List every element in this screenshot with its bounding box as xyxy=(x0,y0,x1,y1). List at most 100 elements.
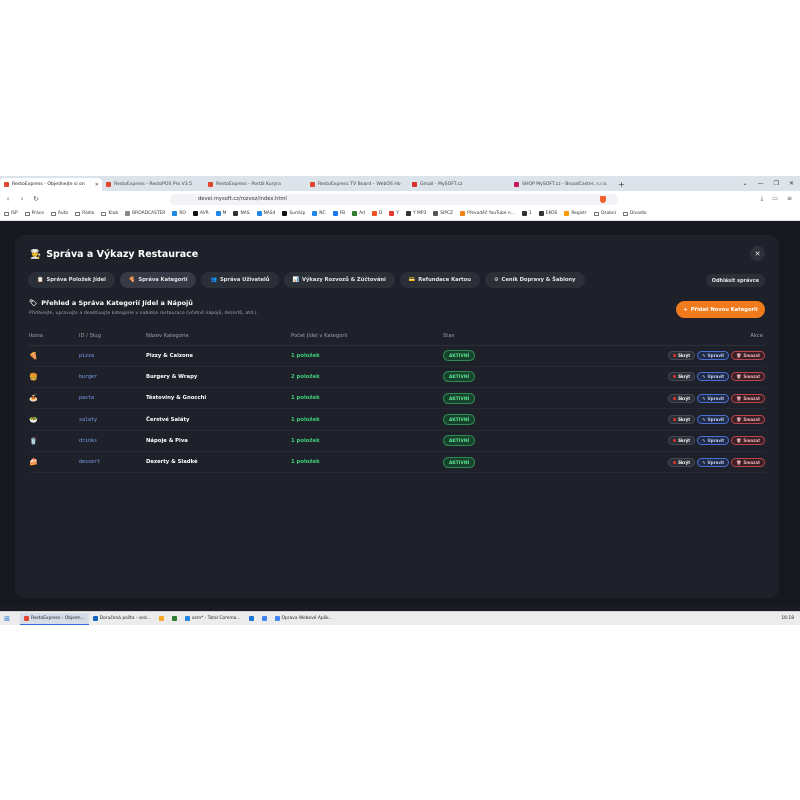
delete-button[interactable]: 🗑 Smazat xyxy=(731,436,765,446)
hide-button[interactable]: Skrýt xyxy=(668,415,696,425)
bookmark-item[interactable]: NAS xyxy=(233,211,250,216)
menu-icon[interactable]: ≡ xyxy=(787,195,792,203)
hide-button[interactable]: Skrýt xyxy=(668,372,696,382)
taskbar-item[interactable] xyxy=(168,613,181,625)
hide-button[interactable]: Skrýt xyxy=(668,393,696,403)
hide-button[interactable]: Skrýt xyxy=(668,457,696,467)
taskbar-item[interactable]: osm* - Total Comma... xyxy=(181,613,245,625)
tab-card-refunds[interactable]: 💳 Refundace Kartou xyxy=(399,272,480,288)
category-name: Dezerty & Sladké xyxy=(146,451,291,474)
delete-button[interactable]: 🗑 Smazat xyxy=(731,457,765,467)
tab-search-icon[interactable]: ⌄ xyxy=(743,180,748,187)
bookmark-item[interactable]: M xyxy=(215,211,226,216)
bookmark-label: 1 xyxy=(528,211,532,216)
bookmark-item[interactable]: NASd xyxy=(256,211,275,216)
edit-button[interactable]: ✎ Upravit xyxy=(697,457,730,467)
status-cell: AKTIVNÍ xyxy=(443,345,543,367)
new-tab-button[interactable]: + xyxy=(612,178,631,191)
tab-reports[interactable]: 📊 Výkazy Rozvozů & Zúčtování xyxy=(283,272,395,288)
edit-button[interactable]: ✎ Upravit xyxy=(697,415,730,425)
edit-button[interactable]: ✎ Upravit xyxy=(697,351,730,361)
table-row: 🍝 pasta Těstoviny & Gnocchi 1 položek AKTIVN… xyxy=(29,387,765,410)
edit-button[interactable]: ✎ Upravit xyxy=(697,393,730,403)
bookmark-item[interactable]: Divadlo xyxy=(622,211,647,216)
url-field[interactable]: devel.mysoft.cz/rozvoz/index.html xyxy=(170,193,618,205)
delete-button[interactable]: 🗑 Smazat xyxy=(731,415,765,425)
tab-categories[interactable]: 🍕 Správa Kategorií xyxy=(119,272,197,288)
category-name: Pizzy & Calzone xyxy=(146,345,291,367)
tab-delivery-pricing[interactable]: ⚙ Ceník Dopravy & Šablony xyxy=(484,272,585,288)
taskbar-item[interactable] xyxy=(245,613,258,625)
bookmark-item[interactable]: Rádio xyxy=(75,211,94,216)
tab-label: RestoExpress TV Board – WebOS Ho xyxy=(318,182,401,187)
tab-close-icon[interactable]: ✕ xyxy=(95,182,99,188)
edit-button[interactable]: ✎ Upravit xyxy=(697,372,730,382)
bookmark-item[interactable]: 1 xyxy=(521,211,532,216)
bookmark-item[interactable]: Y MP3 xyxy=(405,211,426,216)
bookmark-item[interactable]: Ad xyxy=(352,211,365,216)
windows-start-icon[interactable]: ⊞ xyxy=(0,612,14,626)
browser-tab[interactable]: RestoExpress - RestoPOS Pro V3.5 xyxy=(102,178,204,191)
browser-tab[interactable]: RestoExpress TV Board – WebOS Ho xyxy=(306,178,408,191)
bookmark-item[interactable]: BROADCASTER xyxy=(125,211,165,216)
tab-favicon-icon xyxy=(310,182,315,187)
bookmark-item[interactable]: NC xyxy=(312,211,326,216)
close-modal-button[interactable]: ✕ xyxy=(750,246,765,261)
tab-favicon-icon xyxy=(514,182,519,187)
browser-tab[interactable]: RestoExpress - Portál Kurýra xyxy=(204,178,306,191)
bookmark-item[interactable]: FB xyxy=(332,211,345,216)
taskbar-item[interactable]: RestoExpress - Objedn... xyxy=(20,612,89,625)
bookmark-item[interactable]: SIPCZ xyxy=(433,211,453,216)
hide-label: Skrýt xyxy=(678,395,691,401)
status-cell: AKTIVNÍ xyxy=(443,430,543,452)
delete-button[interactable]: 🗑 Smazat xyxy=(731,372,765,382)
wallet-icon[interactable]: ▭ xyxy=(772,195,778,203)
bookmark-item[interactable]: Práce xyxy=(24,211,44,216)
brave-shield-icon[interactable] xyxy=(600,195,606,203)
delete-button[interactable]: 🗑 Smazat xyxy=(731,351,765,361)
hide-button[interactable]: Skrýt xyxy=(668,436,696,446)
back-icon[interactable]: ‹ xyxy=(4,195,12,203)
edit-button[interactable]: ✎ Upravit xyxy=(697,436,730,446)
minimize-icon[interactable]: — xyxy=(758,180,764,187)
delete-button[interactable]: 🗑 Smazat xyxy=(731,393,765,403)
forward-icon[interactable]: › xyxy=(18,195,26,203)
bookmark-item[interactable]: Auto xyxy=(50,211,68,216)
browser-tab[interactable]: RestoExpress - Objednejte si on ✕ xyxy=(0,178,102,191)
download-icon[interactable]: ⤓ xyxy=(761,195,764,203)
browser-tab[interactable]: Gmail - MySOFT.cz xyxy=(408,178,510,191)
add-category-button[interactable]: + Přidat Novou Kategorii xyxy=(676,301,765,318)
red-dot-icon xyxy=(673,439,677,443)
tab-food-items[interactable]: 📋 Správa Položek Jídel xyxy=(28,272,115,288)
bookmark-item[interactable]: Y xyxy=(389,211,399,216)
tab-users[interactable]: 👥 Správa Uživatelů xyxy=(201,272,279,288)
reload-icon[interactable]: ↻ xyxy=(32,195,40,203)
bookmark-item[interactable]: ISP xyxy=(4,211,18,216)
header-count: Počet Jídel v Kategorii xyxy=(291,328,443,346)
bookmark-item[interactable]: Registr xyxy=(564,211,587,216)
taskbar-item[interactable]: Oprava Webové Aplik... xyxy=(271,613,337,625)
bookmark-item[interactable]: Převaděč YouTube n... xyxy=(460,211,515,216)
clock: 16:18 xyxy=(781,616,794,621)
taskbar-item[interactable]: Doručená pošta - sed... xyxy=(89,613,155,625)
bookmark-item[interactable]: AVR xyxy=(192,211,209,216)
close-window-icon[interactable]: ✕ xyxy=(789,180,794,187)
pencil-icon: ✎ xyxy=(702,395,706,401)
browser-tab[interactable]: SHOP MySOFT.cz - BroadCaster, s.r.o. xyxy=(510,178,612,191)
bookmark-item[interactable]: SumUp xyxy=(282,211,305,216)
maximize-icon[interactable]: ❐ xyxy=(774,180,779,187)
bookmark-item[interactable]: Klub xyxy=(101,211,118,216)
folder-icon xyxy=(622,211,628,216)
bookmark-item[interactable]: D xyxy=(371,211,382,216)
tab-label: RestoExpress - Portál Kurýra xyxy=(216,182,281,187)
bookmark-item[interactable]: Osobní xyxy=(593,211,616,216)
category-slug: salaty xyxy=(79,408,146,431)
bookmark-item[interactable]: RO xyxy=(172,211,186,216)
bookmark-item[interactable]: EKOS xyxy=(538,211,557,216)
table-header-row: Ikona ID / Slug Název Kategorie Počet Jí… xyxy=(29,328,765,346)
taskbar-item[interactable] xyxy=(155,613,168,625)
logout-button[interactable]: Odhlásit správce xyxy=(705,274,765,287)
hide-button[interactable]: Skrýt xyxy=(668,351,696,361)
taskbar-item[interactable] xyxy=(258,613,271,625)
trash-icon: 🗑 xyxy=(736,353,742,359)
